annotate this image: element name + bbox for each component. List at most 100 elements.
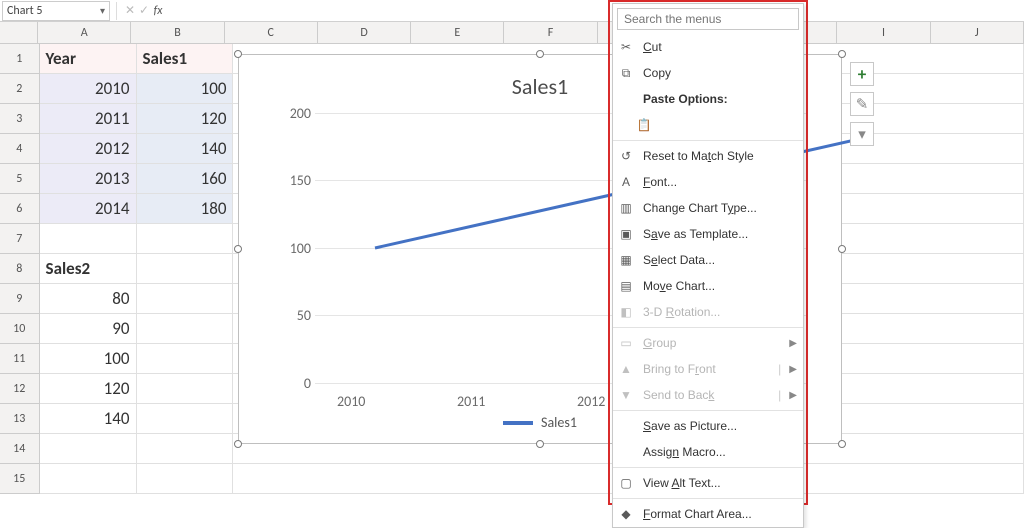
row-header[interactable]: 15 — [0, 464, 40, 494]
resize-handle[interactable] — [838, 440, 846, 448]
chevron-down-icon[interactable]: ▾ — [100, 4, 105, 17]
menu-save-as-picture[interactable]: Save as Picture... — [613, 413, 803, 439]
menu-move-chart[interactable]: ▤ Move Chart... — [613, 273, 803, 299]
chart-styles-button[interactable]: ✎ — [850, 92, 874, 116]
menu-font[interactable]: A Font... — [613, 169, 803, 195]
fx-icon[interactable]: fx — [151, 4, 165, 18]
col-header[interactable]: A — [38, 22, 131, 43]
confirm-icon[interactable]: ✓ — [137, 3, 151, 18]
cell-a10[interactable]: 90 — [40, 314, 137, 344]
cell[interactable] — [40, 464, 137, 494]
menu-view-alt-text[interactable]: ▢ View Alt Text... — [613, 470, 803, 496]
ytick: 150 — [281, 172, 311, 189]
chart-elements-button[interactable]: + — [850, 62, 874, 86]
resize-handle[interactable] — [536, 50, 544, 58]
cell[interactable] — [137, 284, 234, 314]
cell[interactable] — [137, 254, 234, 284]
row-header[interactable]: 14 — [0, 434, 40, 464]
move-icon: ▤ — [617, 277, 635, 295]
resize-handle[interactable] — [838, 50, 846, 58]
cell-a4[interactable]: 2012 — [40, 134, 137, 164]
resize-handle[interactable] — [536, 440, 544, 448]
cell-a1[interactable]: Year — [40, 44, 137, 74]
formula-input[interactable] — [165, 0, 1024, 21]
ytick: 0 — [281, 375, 311, 392]
separator — [613, 327, 803, 328]
cell[interactable] — [40, 224, 137, 254]
row-header[interactable]: 10 — [0, 314, 40, 344]
row-header[interactable]: 8 — [0, 254, 40, 284]
row-header[interactable]: 6 — [0, 194, 40, 224]
row-header[interactable]: 7 — [0, 224, 40, 254]
resize-handle[interactable] — [234, 50, 242, 58]
cell[interactable] — [137, 434, 234, 464]
col-header[interactable]: B — [131, 22, 224, 43]
row-header[interactable]: 5 — [0, 164, 40, 194]
menu-reset-match-style[interactable]: ↺ Reset to Match Style — [613, 143, 803, 169]
row-header[interactable]: 13 — [0, 404, 40, 434]
name-box[interactable]: Chart 5 ▾ — [2, 1, 110, 21]
row-header[interactable]: 2 — [0, 74, 40, 104]
cell-a6[interactable]: 2014 — [40, 194, 137, 224]
blank-icon — [617, 90, 635, 108]
col-header[interactable]: I — [837, 22, 930, 43]
row-header[interactable]: 11 — [0, 344, 40, 374]
menu-select-data[interactable]: ▦ Select Data... — [613, 247, 803, 273]
row-header[interactable]: 9 — [0, 284, 40, 314]
cell-a11[interactable]: 100 — [40, 344, 137, 374]
row-header[interactable]: 4 — [0, 134, 40, 164]
col-header[interactable]: J — [931, 22, 1024, 43]
cancel-icon[interactable]: ✕ — [123, 3, 137, 18]
cell[interactable] — [137, 314, 234, 344]
brush-icon: ✎ — [856, 95, 869, 114]
cell-b2[interactable]: 100 — [137, 74, 234, 104]
resize-handle[interactable] — [234, 440, 242, 448]
menu-save-as-template[interactable]: ▣ Save as Template... — [613, 221, 803, 247]
cell-a8[interactable]: Sales2 — [40, 254, 137, 284]
row-header[interactable]: 1 — [0, 44, 40, 74]
cell[interactable] — [137, 464, 234, 494]
row-header[interactable]: 3 — [0, 104, 40, 134]
format-icon: ◆ — [617, 505, 635, 523]
menu-copy[interactable]: ⧉ Copy — [613, 60, 803, 86]
cell-a12[interactable]: 120 — [40, 374, 137, 404]
cell-b6[interactable]: 180 — [137, 194, 234, 224]
chart-filters-button[interactable]: ▾ — [850, 122, 874, 146]
cell-a2[interactable]: 2010 — [40, 74, 137, 104]
menu-change-chart-type[interactable]: ▥ Change Chart Type... — [613, 195, 803, 221]
alttext-icon: ▢ — [617, 474, 635, 492]
scissors-icon: ✂ — [617, 38, 635, 56]
funnel-icon: ▾ — [858, 125, 866, 144]
cell-b5[interactable]: 160 — [137, 164, 234, 194]
col-header[interactable]: D — [318, 22, 411, 43]
cell[interactable] — [40, 434, 137, 464]
cell[interactable] — [137, 374, 234, 404]
chart-side-buttons: + ✎ ▾ — [850, 62, 874, 146]
cell-a5[interactable]: 2013 — [40, 164, 137, 194]
cell-a9[interactable]: 80 — [40, 284, 137, 314]
menu-paste-option-1[interactable]: 📋 — [613, 112, 803, 138]
col-header[interactable]: C — [225, 22, 318, 43]
row-header[interactable]: 12 — [0, 374, 40, 404]
cell-b1[interactable]: Sales1 — [137, 44, 234, 74]
cell-b3[interactable]: 120 — [137, 104, 234, 134]
menu-send-to-back: ▼ Send to Back | ▶ — [613, 382, 803, 408]
chart-icon: ▥ — [617, 199, 635, 217]
cell[interactable] — [137, 344, 234, 374]
xtick: 2012 — [577, 393, 605, 410]
resize-handle[interactable] — [234, 245, 242, 253]
cell-a3[interactable]: 2011 — [40, 104, 137, 134]
select-all-corner[interactable] — [0, 22, 38, 43]
resize-handle[interactable] — [838, 245, 846, 253]
menu-assign-macro[interactable]: Assign Macro... — [613, 439, 803, 465]
menu-search-input[interactable] — [617, 8, 799, 30]
col-header[interactable]: E — [411, 22, 504, 43]
cell[interactable] — [137, 404, 234, 434]
menu-cut[interactable]: ✂ Cut — [613, 34, 803, 60]
cell-a13[interactable]: 140 — [40, 404, 137, 434]
separator — [613, 140, 803, 141]
cell[interactable] — [137, 224, 234, 254]
chevron-right-icon: ▶ — [789, 338, 797, 349]
cell-b4[interactable]: 140 — [137, 134, 234, 164]
col-header[interactable]: F — [504, 22, 597, 43]
